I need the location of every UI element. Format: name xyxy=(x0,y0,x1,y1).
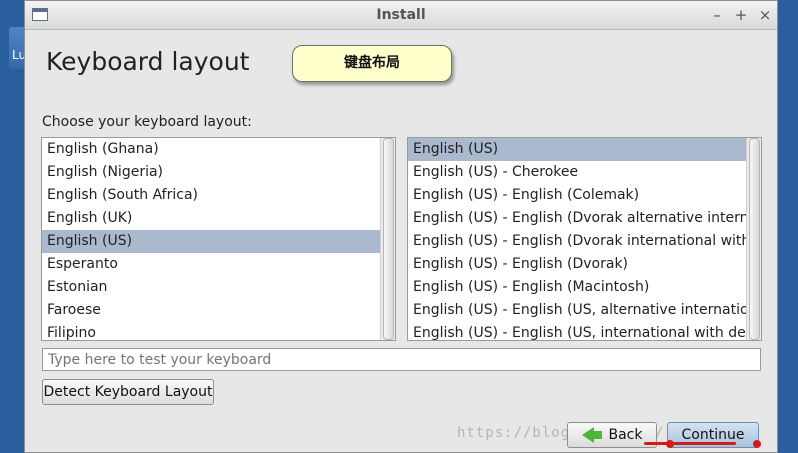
layout-list-scrollbar[interactable] xyxy=(380,138,395,340)
window-title: Install xyxy=(376,7,426,23)
layout-list-scroll-thumb[interactable] xyxy=(383,138,394,340)
keyboard-test-input[interactable] xyxy=(42,348,761,371)
layout-list[interactable]: English (Ghana) English (Nigeria) English … xyxy=(41,137,396,341)
variant-list-item[interactable]: English (US) xyxy=(408,138,761,161)
variant-list-item[interactable]: English (US) - Cherokee xyxy=(408,161,761,184)
layout-prompt-label: Choose your keyboard layout: xyxy=(42,114,252,130)
back-button-label: Back xyxy=(608,427,643,443)
layout-list-item[interactable]: Esperanto xyxy=(42,253,395,276)
variant-list-item[interactable]: English (US) - English (US, internationa… xyxy=(408,322,761,340)
layout-list-item[interactable]: Estonian xyxy=(42,276,395,299)
annotation-underline-dot-right xyxy=(753,440,761,448)
maximize-button[interactable]: + xyxy=(732,6,750,24)
layout-list-item[interactable]: English (US) xyxy=(42,230,395,253)
layout-list-item[interactable]: Faroese xyxy=(42,299,395,322)
variant-list-item[interactable]: English (US) - English (Macintosh) xyxy=(408,276,761,299)
variant-list[interactable]: English (US) English (US) - Cherokee Engli… xyxy=(407,137,762,341)
variant-list-scrollbar[interactable] xyxy=(746,138,761,340)
layout-list-item[interactable]: Filipino xyxy=(42,322,395,340)
close-button[interactable]: × xyxy=(756,6,774,24)
annotation-underline-dot-left xyxy=(666,440,674,448)
variant-list-item[interactable]: English (US) - English (Dvorak internati… xyxy=(408,230,761,253)
back-arrow-icon xyxy=(581,427,602,443)
variant-list-item[interactable]: English (US) - English (Dvorak) xyxy=(408,253,761,276)
install-window: Install – + × Keyboard layout 键盘布局 Choos… xyxy=(24,0,778,453)
variant-list-item[interactable]: English (US) - English (US, alternative … xyxy=(408,299,761,322)
variant-list-item[interactable]: English (US) - English (Colemak) xyxy=(408,184,761,207)
title-bar[interactable]: Install – + × xyxy=(25,1,777,30)
detect-layout-button[interactable]: Detect Keyboard Layout xyxy=(42,379,214,405)
layout-list-item[interactable]: English (South Africa) xyxy=(42,184,395,207)
layout-list-item[interactable]: English (Ghana) xyxy=(42,138,395,161)
variant-list-scroll-thumb[interactable] xyxy=(749,138,760,340)
page-title: Keyboard layout xyxy=(46,47,250,76)
layout-list-item[interactable]: English (Nigeria) xyxy=(42,161,395,184)
minimize-button[interactable]: – xyxy=(708,6,726,24)
layout-list-item[interactable]: English (UK) xyxy=(42,207,395,230)
annotation-callout: 键盘布局 xyxy=(292,45,452,82)
variant-list-item[interactable]: English (US) - English (Dvorak alternati… xyxy=(408,207,761,230)
annotation-underline xyxy=(644,442,736,445)
